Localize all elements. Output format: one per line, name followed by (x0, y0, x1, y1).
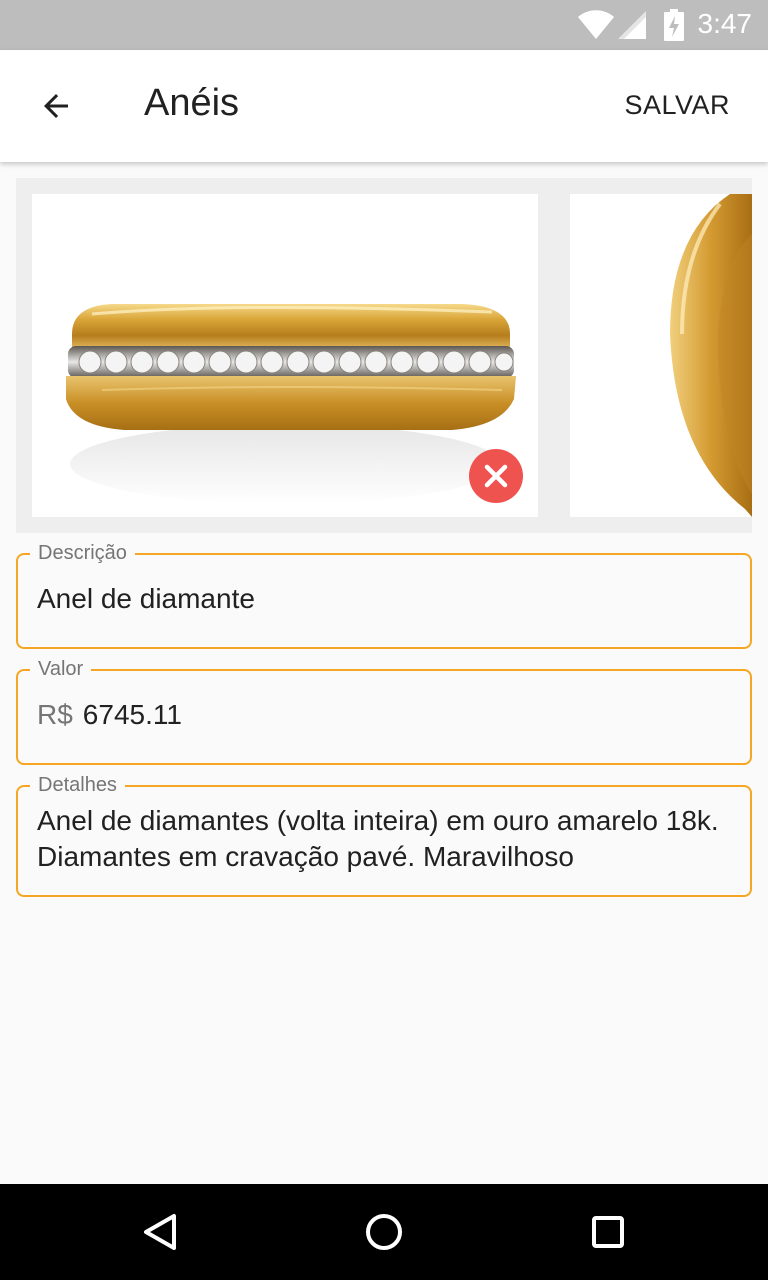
back-button[interactable] (28, 78, 84, 134)
battery-charging-icon (664, 9, 684, 41)
save-button[interactable]: SALVAR (624, 90, 730, 121)
recents-square-icon (592, 1216, 624, 1248)
remove-photo-icon (484, 464, 508, 488)
ring-image-2 (670, 194, 752, 517)
photo-gallery[interactable] (16, 178, 752, 533)
app-bar: Anéis SALVAR (0, 50, 768, 162)
price-input[interactable]: 6745.11 (83, 699, 182, 730)
description-label: Descrição (30, 541, 135, 565)
ring-image (66, 304, 516, 504)
price-input-wrap[interactable]: R$ 6745.11 (37, 699, 182, 731)
arrow-back-icon (44, 94, 68, 118)
back-triangle-icon (144, 1214, 176, 1250)
nav-back-button[interactable] (136, 1208, 184, 1256)
home-circle-icon (366, 1214, 402, 1250)
nav-home-button[interactable] (360, 1208, 408, 1256)
gold-ring-photo[interactable] (570, 194, 752, 517)
nav-recents-button[interactable] (584, 1208, 632, 1256)
price-field[interactable]: Valor R$ 6745.11 (16, 657, 752, 765)
price-label: Valor (30, 657, 92, 681)
page-title: Anéis (144, 82, 240, 124)
details-label: Detalhes (30, 773, 125, 797)
status-time: 3:47 (697, 8, 753, 39)
details-input[interactable]: Anel de diamantes (volta inteira) em our… (37, 803, 731, 875)
status-bar: 3:47 (0, 0, 768, 50)
remove-photo-button[interactable] (469, 449, 523, 503)
gold-diamond-ring-photo[interactable] (32, 194, 538, 517)
navigation-bar (0, 1184, 768, 1280)
description-field[interactable]: Descrição Anel de diamante (16, 541, 752, 649)
wifi-icon (578, 10, 614, 39)
description-input[interactable]: Anel de diamante (37, 583, 255, 615)
signal-icon (618, 11, 646, 39)
currency-prefix: R$ (37, 699, 73, 730)
details-field[interactable]: Detalhes Anel de diamantes (volta inteir… (16, 773, 752, 897)
